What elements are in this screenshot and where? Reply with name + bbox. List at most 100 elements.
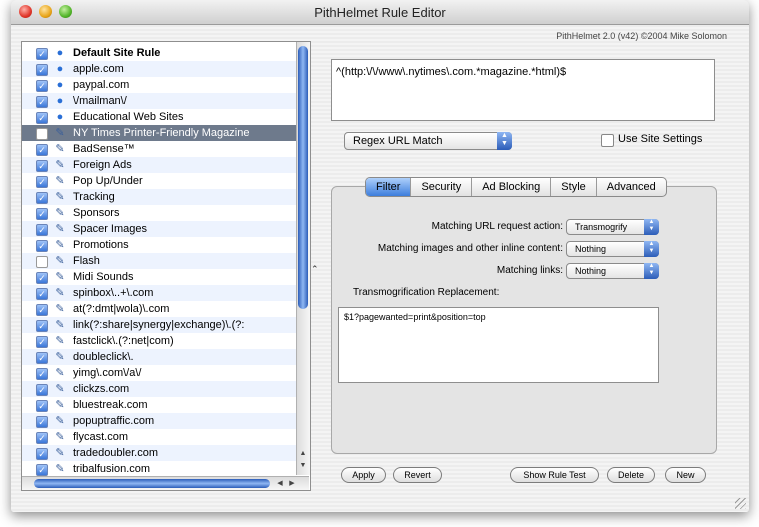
rule-enabled-checkbox[interactable]: ✓	[36, 448, 48, 460]
rule-enabled-checkbox[interactable]: ✓	[36, 432, 48, 444]
vertical-scrollbar[interactable]: ▲ ▼	[296, 42, 310, 475]
rule-row[interactable]: ✓ ✎ spinbox\..+\.com	[22, 285, 296, 301]
rule-enabled-checkbox[interactable]: ✓	[36, 384, 48, 396]
globe-icon: ●	[56, 111, 64, 123]
resize-grip-icon[interactable]	[735, 498, 746, 509]
rule-row[interactable]: ✓ ✎ tribalfusion.com	[22, 461, 296, 477]
rule-row[interactable]: ✓ ● Educational Web Sites	[22, 109, 296, 125]
rule-row[interactable]: ✓ ✎ at(?:dmt|wola)\.com	[22, 301, 296, 317]
tab-security[interactable]: Security	[411, 178, 473, 196]
rule-enabled-checkbox[interactable]: ✓	[36, 160, 48, 172]
pith-helmet-icon: ✎	[55, 319, 65, 331]
new-button[interactable]: New	[665, 467, 706, 483]
tab-style[interactable]: Style	[551, 178, 597, 196]
rule-enabled-checkbox[interactable]	[36, 128, 48, 140]
vertical-scroll-thumb[interactable]	[298, 46, 308, 309]
rule-row[interactable]: ✓ ✎ BadSense™	[22, 141, 296, 157]
apply-button[interactable]: Apply	[341, 467, 386, 483]
rule-enabled-checkbox[interactable]: ✓	[36, 416, 48, 428]
pith-helmet-icon: ✎	[55, 447, 65, 459]
tab-advanced[interactable]: Advanced	[597, 178, 666, 196]
rule-row[interactable]: ✓ ✎ Sponsors	[22, 205, 296, 221]
pith-helmet-icon: ✎	[55, 335, 65, 347]
rule-enabled-checkbox[interactable]: ✓	[36, 240, 48, 252]
rule-label: paypal.com	[73, 79, 130, 91]
horizontal-scroll-thumb[interactable]	[34, 479, 270, 488]
use-site-settings-label: Use Site Settings	[618, 133, 703, 145]
tab-ad-blocking[interactable]: Ad Blocking	[472, 178, 552, 196]
url-pattern-field[interactable]: ^(http:\/\/www\.nytimes\.com.*magazine.*…	[331, 59, 715, 121]
scroll-right-arrow-icon[interactable]: ▶	[286, 479, 298, 487]
url-action-popup[interactable]: Transmogrify ▲ ▼	[566, 219, 659, 235]
rule-row[interactable]: ✓ ✎ tradedoubler.com	[22, 445, 296, 461]
globe-icon: ●	[56, 63, 64, 75]
rule-row[interactable]: ✓ ✎ Tracking	[22, 189, 296, 205]
rule-enabled-checkbox[interactable]: ✓	[36, 464, 48, 476]
rule-enabled-checkbox[interactable]: ✓	[36, 112, 48, 124]
split-view-handle-icon[interactable]: ⌃	[311, 264, 319, 275]
images-popup[interactable]: Nothing ▲ ▼	[566, 241, 659, 257]
horizontal-scrollbar[interactable]: ◀ ▶	[22, 476, 309, 490]
rule-label: clickzs.com	[73, 383, 130, 395]
rule-row[interactable]: ✓ ✎ doubleclick\.	[22, 349, 296, 365]
rules-list[interactable]: ✓ ● Default Site Rule ✓ ● apple.com ✓ ● paypal.c…	[21, 41, 311, 491]
show-rule-test-button[interactable]: Show Rule Test	[510, 467, 599, 483]
rule-row[interactable]: ✓ ✎ popuptraffic.com	[22, 413, 296, 429]
rule-row[interactable]: ✓ ✎ link(?:share|synergy|exchange)\.(?:	[22, 317, 296, 333]
title-bar[interactable]: PithHelmet Rule Editor	[11, 0, 749, 25]
rule-enabled-checkbox[interactable]: ✓	[36, 64, 48, 76]
rule-row[interactable]: ✓ ✎ clickzs.com	[22, 381, 296, 397]
rule-row[interactable]: ✓ ✎ Foreign Ads	[22, 157, 296, 173]
rule-enabled-checkbox[interactable]: ✓	[36, 352, 48, 364]
rule-label: at(?:dmt|wola)\.com	[73, 303, 170, 315]
rule-enabled-checkbox[interactable]: ✓	[36, 48, 48, 60]
rule-row[interactable]: ✓ ✎ Promotions	[22, 237, 296, 253]
scroll-up-arrow-icon[interactable]: ▲	[297, 450, 309, 457]
popup-arrows-icon: ▲ ▼	[644, 241, 659, 257]
rule-label: Educational Web Sites	[73, 111, 184, 123]
rule-row[interactable]: ✓ ● apple.com	[22, 61, 296, 77]
revert-button[interactable]: Revert	[393, 467, 442, 483]
use-site-settings-checkbox[interactable]	[601, 134, 614, 147]
rule-enabled-checkbox[interactable]: ✓	[36, 96, 48, 108]
tab-filter[interactable]: Filter	[366, 178, 412, 196]
globe-icon: ●	[56, 95, 64, 107]
delete-button[interactable]: Delete	[607, 467, 655, 483]
rule-enabled-checkbox[interactable]: ✓	[36, 304, 48, 316]
rule-enabled-checkbox[interactable]: ✓	[36, 224, 48, 236]
replacement-field[interactable]: $1?pagewanted=print&position=top	[338, 307, 659, 383]
rule-enabled-checkbox[interactable]: ✓	[36, 192, 48, 204]
rule-row[interactable]: ✓ ✎ bluestreak.com	[22, 397, 296, 413]
rule-label: Pop Up/Under	[73, 175, 143, 187]
links-popup[interactable]: Nothing ▲ ▼	[566, 263, 659, 279]
rule-enabled-checkbox[interactable]: ✓	[36, 144, 48, 156]
rule-enabled-checkbox[interactable]: ✓	[36, 336, 48, 348]
rule-row[interactable]: ✓ ✎ Midi Sounds	[22, 269, 296, 285]
rule-enabled-checkbox[interactable]: ✓	[36, 288, 48, 300]
rule-row[interactable]: ✎ Flash	[22, 253, 296, 269]
scroll-left-arrow-icon[interactable]: ◀	[274, 479, 286, 487]
pith-helmet-icon: ✎	[55, 287, 65, 299]
rule-label: NY Times Printer-Friendly Magazine	[73, 127, 250, 139]
match-type-popup[interactable]: Regex URL Match ▲ ▼	[344, 132, 512, 150]
rule-row[interactable]: ✓ ● \/mailman\/	[22, 93, 296, 109]
rule-enabled-checkbox[interactable]: ✓	[36, 272, 48, 284]
rule-row[interactable]: ✓ ✎ flycast.com	[22, 429, 296, 445]
rule-enabled-checkbox[interactable]: ✓	[36, 208, 48, 220]
rule-row[interactable]: ✓ ✎ fastclick\.(?:net|com)	[22, 333, 296, 349]
rule-enabled-checkbox[interactable]: ✓	[36, 320, 48, 332]
rule-enabled-checkbox[interactable]: ✓	[36, 400, 48, 412]
rule-row[interactable]: ✓ ● paypal.com	[22, 77, 296, 93]
scroll-down-arrow-icon[interactable]: ▼	[297, 462, 309, 469]
rule-enabled-checkbox[interactable]: ✓	[36, 368, 48, 380]
globe-icon: ●	[56, 79, 64, 91]
rule-row[interactable]: ✓ ✎ Pop Up/Under	[22, 173, 296, 189]
rule-enabled-checkbox[interactable]: ✓	[36, 80, 48, 92]
rule-enabled-checkbox[interactable]	[36, 256, 48, 268]
rule-row[interactable]: ✓ ● Default Site Rule	[22, 45, 296, 61]
rule-enabled-checkbox[interactable]: ✓	[36, 176, 48, 188]
popup-arrows-icon: ▲ ▼	[644, 219, 659, 235]
rule-row[interactable]: ✎ NY Times Printer-Friendly Magazine	[22, 125, 296, 141]
rule-row[interactable]: ✓ ✎ Spacer Images	[22, 221, 296, 237]
rule-row[interactable]: ✓ ✎ yimg\.com\/a\/	[22, 365, 296, 381]
